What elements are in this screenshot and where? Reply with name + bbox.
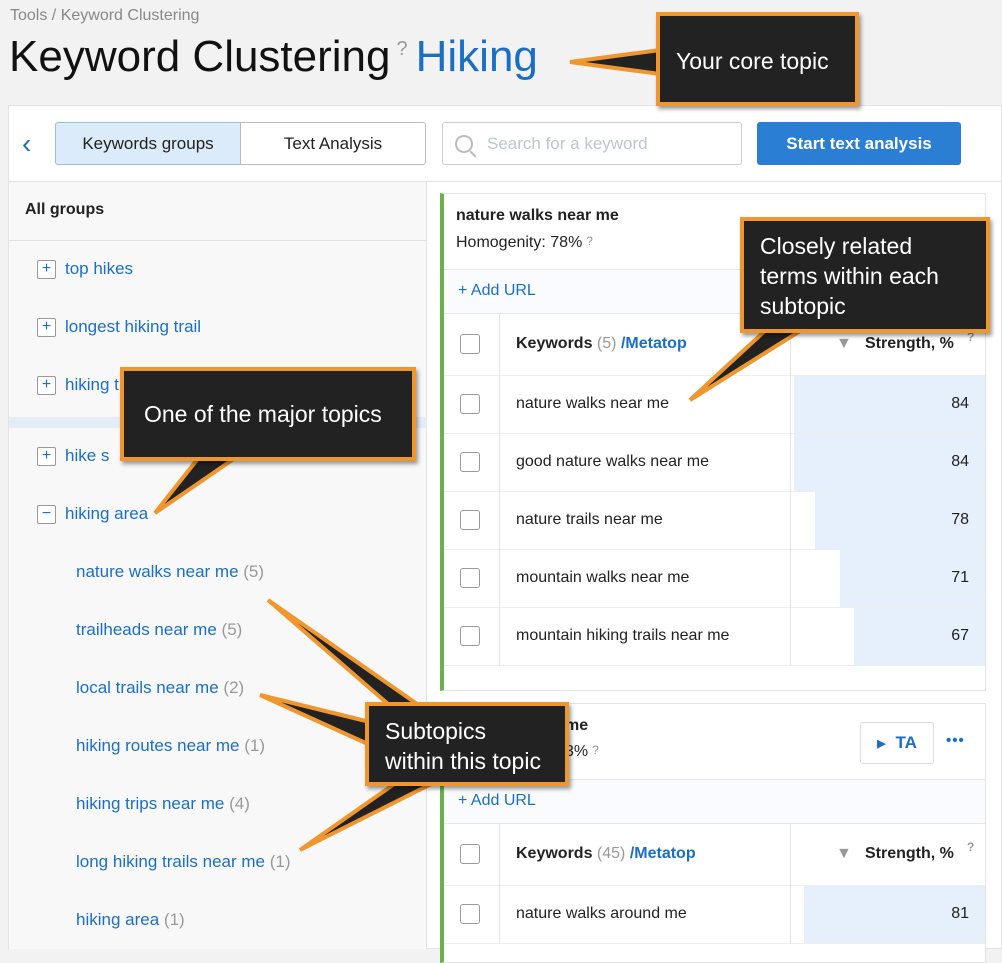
pointer-subtopic-3	[298, 777, 443, 852]
pointer-subtopic-2	[259, 693, 372, 749]
pointer-subtopic-1	[266, 598, 426, 713]
callout-related-terms: Closely related terms within each subtop…	[740, 217, 990, 333]
callout-pointers	[153, 47, 812, 852]
callout-subtopics: Subtopics within this topic	[365, 702, 569, 786]
callout-major-topic: One of the major topics	[120, 367, 416, 461]
pointer-core-topic	[569, 47, 662, 77]
pointer-major-topic	[153, 454, 245, 515]
callout-core-topic: Your core topic	[656, 12, 859, 106]
pointer-related-terms	[688, 326, 812, 402]
